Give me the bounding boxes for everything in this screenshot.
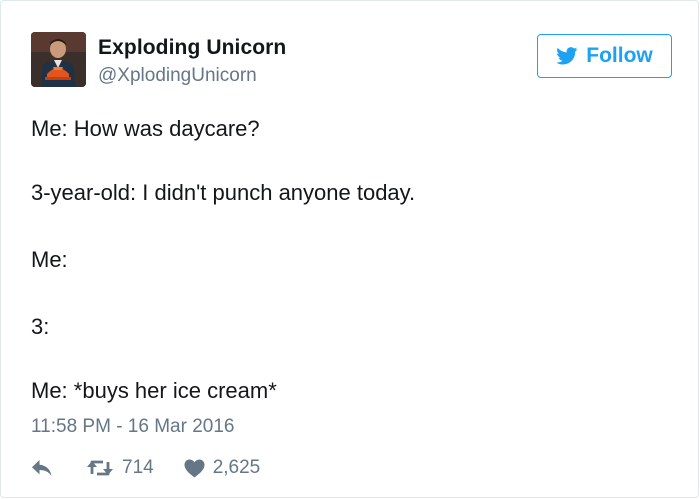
like-count: 2,625 bbox=[212, 457, 261, 478]
author-handle[interactable]: @XplodingUnicorn bbox=[98, 65, 257, 87]
retweet-count: 714 bbox=[122, 457, 154, 478]
tweet-actions: 714 2,625 bbox=[31, 456, 260, 480]
tweet-line: Me: *buys her ice cream* bbox=[31, 378, 277, 403]
follow-button[interactable]: Follow bbox=[537, 34, 672, 78]
retweet-icon bbox=[87, 460, 113, 476]
heart-icon bbox=[184, 459, 205, 477]
author-name[interactable]: Exploding Unicorn bbox=[98, 36, 286, 60]
retweet-button[interactable]: 714 bbox=[86, 457, 154, 479]
tweet-line: Me: bbox=[31, 247, 68, 272]
tweet-line: 3-year-old: I didn't punch anyone today. bbox=[31, 180, 416, 205]
follow-label: Follow bbox=[586, 44, 653, 67]
twitter-bird-icon bbox=[556, 47, 578, 65]
tweet-card: Exploding Unicorn @XplodingUnicorn Follo… bbox=[0, 0, 699, 498]
tweet-line: 3: bbox=[31, 314, 50, 339]
avatar[interactable] bbox=[31, 32, 86, 87]
like-button[interactable]: 2,625 bbox=[184, 457, 261, 479]
tweet-timestamp[interactable]: 11:58 PM - 16 Mar 2016 bbox=[31, 416, 234, 438]
reply-icon bbox=[32, 460, 52, 476]
reply-button[interactable] bbox=[31, 459, 53, 477]
tweet-line: Me: How was daycare? bbox=[31, 116, 260, 141]
